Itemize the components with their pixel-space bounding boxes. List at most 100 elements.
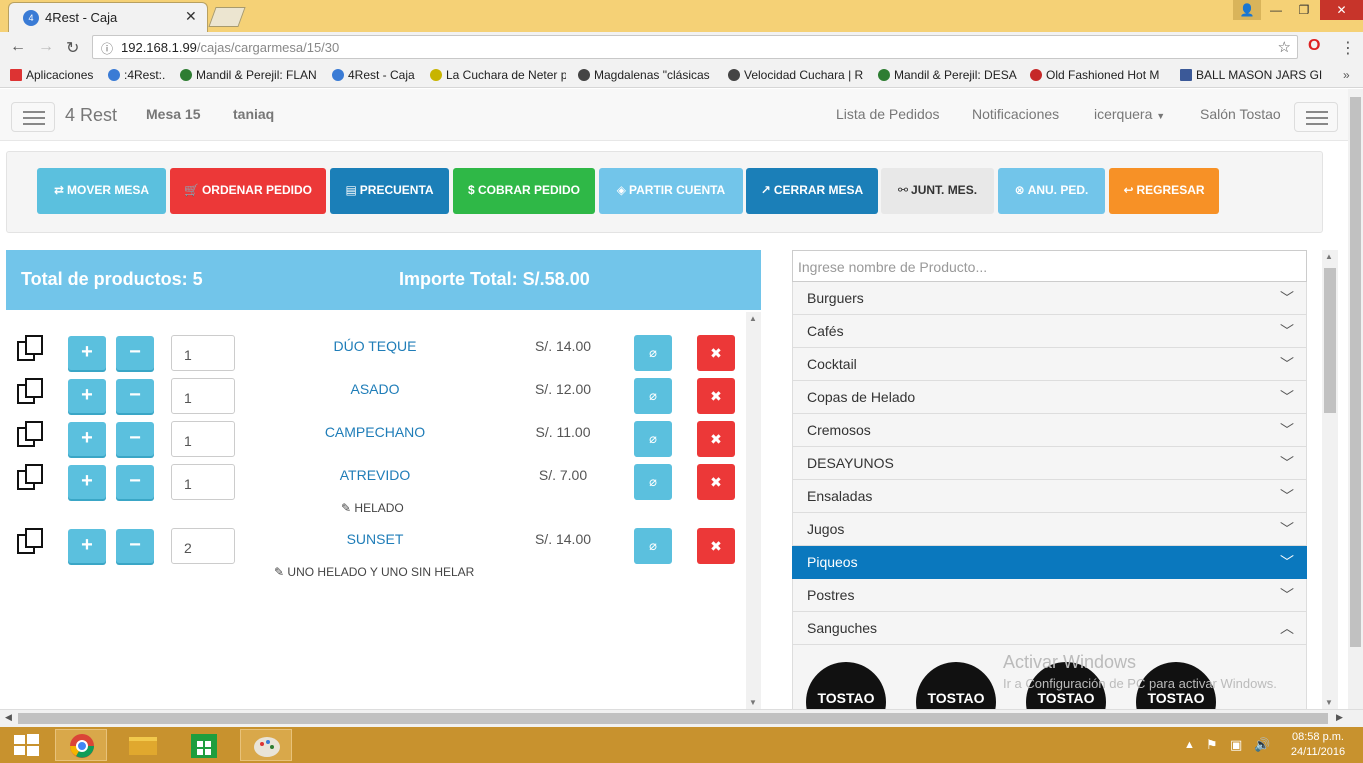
menu-dots-icon[interactable]: ⋮ bbox=[1340, 38, 1356, 58]
chrome-taskbar-icon[interactable] bbox=[55, 729, 107, 761]
info-icon[interactable]: ⓘ bbox=[101, 40, 113, 57]
close-table-button[interactable]: ↗ CERRAR MESA bbox=[746, 168, 878, 214]
copy-icon[interactable] bbox=[16, 527, 46, 557]
new-tab-button[interactable] bbox=[208, 7, 246, 27]
order-scrollbar[interactable]: ▲ ▼ bbox=[746, 312, 761, 709]
nav-notifications-link[interactable]: Notificaciones bbox=[972, 106, 1059, 122]
reload-icon[interactable]: ↻ bbox=[66, 38, 79, 58]
store-icon[interactable] bbox=[178, 729, 230, 761]
user-icon[interactable]: 👤 bbox=[1233, 0, 1261, 20]
bookmark-item[interactable]: Velocidad Cuchara | R bbox=[728, 68, 866, 82]
category-ensaladas[interactable]: Ensaladas ﹀ bbox=[792, 480, 1307, 513]
decrease-qty-button[interactable]: − bbox=[116, 529, 154, 563]
delete-item-button[interactable]: ✖ bbox=[697, 378, 735, 414]
back-icon[interactable]: ← bbox=[10, 38, 26, 56]
product-search-input[interactable]: Ingrese nombre de Producto... bbox=[792, 250, 1307, 282]
split-bill-button[interactable]: ◈ PARTIR CUENTA bbox=[599, 168, 743, 214]
restore-button[interactable]: ❐ bbox=[1290, 0, 1318, 20]
start-button[interactable] bbox=[0, 729, 52, 761]
hscroll-thumb[interactable] bbox=[18, 713, 1328, 724]
bookmark-item[interactable]: Magdalenas "clásicas bbox=[578, 68, 714, 82]
delete-item-button[interactable]: ✖ bbox=[697, 528, 735, 564]
paperclip-button[interactable]: ⌀ bbox=[634, 335, 672, 371]
user-dropdown[interactable]: icerquera ▼ bbox=[1094, 106, 1165, 122]
bookmark-item[interactable]: BALL MASON JARS GI bbox=[1180, 68, 1325, 82]
forward-icon[interactable]: → bbox=[38, 38, 54, 56]
copy-icon[interactable] bbox=[16, 420, 46, 450]
paperclip-button[interactable]: ⌀ bbox=[634, 378, 672, 414]
decrease-qty-button[interactable]: − bbox=[116, 465, 154, 499]
delete-item-button[interactable]: ✖ bbox=[697, 335, 735, 371]
category-burguers[interactable]: Burguers ﹀ bbox=[792, 282, 1307, 315]
category-copas-helado[interactable]: Copas de Helado ﹀ bbox=[792, 381, 1307, 414]
star-icon[interactable]: ☆ bbox=[1278, 38, 1291, 56]
qty-input[interactable]: 1 bbox=[171, 335, 235, 371]
copy-icon[interactable] bbox=[16, 463, 46, 493]
increase-qty-button[interactable]: + bbox=[68, 529, 106, 563]
move-table-button[interactable]: ⇄ MOVER MESA bbox=[37, 168, 166, 214]
secondary-menu-button[interactable] bbox=[1294, 102, 1338, 132]
category-cremosos[interactable]: Cremosos ﹀ bbox=[792, 414, 1307, 447]
page-scroll-thumb[interactable] bbox=[1350, 97, 1361, 647]
cancel-order-button[interactable]: ⊗ ANU. PED. bbox=[998, 168, 1105, 214]
category-cocktail[interactable]: Cocktail ﹀ bbox=[792, 348, 1307, 381]
close-tab-icon[interactable]: ✕ bbox=[185, 8, 197, 25]
opera-icon[interactable]: O bbox=[1308, 37, 1320, 55]
category-cafes[interactable]: Cafés ﹀ bbox=[792, 315, 1307, 348]
category-desayunos[interactable]: DESAYUNOS ﹀ bbox=[792, 447, 1307, 480]
nav-orders-link[interactable]: Lista de Pedidos bbox=[836, 106, 940, 122]
increase-qty-button[interactable]: + bbox=[68, 379, 106, 413]
paperclip-button[interactable]: ⌀ bbox=[634, 528, 672, 564]
decrease-qty-button[interactable]: − bbox=[116, 422, 154, 456]
category-postres[interactable]: Postres ﹀ bbox=[792, 579, 1307, 612]
paint-icon[interactable] bbox=[240, 729, 292, 761]
action-center-icon[interactable]: ⚑ bbox=[1206, 737, 1218, 753]
browser-tab[interactable]: 4 4Rest - Caja ✕ bbox=[8, 2, 208, 32]
network-icon[interactable]: ▣ bbox=[1230, 737, 1242, 753]
qty-input[interactable]: 1 bbox=[171, 378, 235, 414]
charge-order-button[interactable]: $ COBRAR PEDIDO bbox=[453, 168, 595, 214]
bookmark-item[interactable]: Mandil & Perejil: FLAN bbox=[180, 68, 320, 82]
minimize-button[interactable]: — bbox=[1262, 0, 1290, 20]
paperclip-button[interactable]: ⌀ bbox=[634, 464, 672, 500]
join-tables-button[interactable]: ⚯ JUNT. MES. bbox=[881, 168, 994, 214]
back-button[interactable]: ↩ REGRESAR bbox=[1109, 168, 1219, 214]
decrease-qty-button[interactable]: − bbox=[116, 336, 154, 370]
bookmark-item[interactable]: 4Rest - Caja bbox=[332, 68, 415, 82]
brand[interactable]: 4 Rest bbox=[65, 105, 117, 126]
catalog-scrollbar[interactable]: ▲ ▼ bbox=[1322, 250, 1338, 709]
bookmark-item[interactable]: Old Fashioned Hot M bbox=[1030, 68, 1166, 82]
more-bookmarks-icon[interactable]: » bbox=[1343, 68, 1350, 82]
horizontal-scrollbar[interactable]: ◀ ▶ bbox=[0, 709, 1363, 727]
page-scrollbar[interactable] bbox=[1348, 89, 1363, 709]
close-window-button[interactable]: ✕ bbox=[1320, 0, 1363, 20]
clock[interactable]: 08:58 p.m. 24/11/2016 bbox=[1282, 731, 1354, 758]
precount-button[interactable]: ▤ PRECUENTA bbox=[330, 168, 449, 214]
copy-icon[interactable] bbox=[16, 377, 46, 407]
increase-qty-button[interactable]: + bbox=[68, 422, 106, 456]
decrease-qty-button[interactable]: − bbox=[116, 379, 154, 413]
paperclip-button[interactable]: ⌀ bbox=[634, 421, 672, 457]
qty-input[interactable]: 1 bbox=[171, 464, 235, 500]
bookmark-item[interactable]: :4Rest:. bbox=[108, 68, 173, 82]
increase-qty-button[interactable]: + bbox=[68, 336, 106, 370]
bookmark-item[interactable]: Mandil & Perejil: DESA bbox=[878, 68, 1018, 82]
tray-arrow-icon[interactable]: ▲ bbox=[1184, 739, 1195, 751]
menu-toggle-button[interactable] bbox=[11, 102, 55, 132]
order-button[interactable]: 🛒 ORDENAR PEDIDO bbox=[170, 168, 326, 214]
file-explorer-icon[interactable] bbox=[117, 729, 169, 761]
delete-item-button[interactable]: ✖ bbox=[697, 421, 735, 457]
category-jugos[interactable]: Jugos ﹀ bbox=[792, 513, 1307, 546]
qty-input[interactable]: 1 bbox=[171, 421, 235, 457]
url-input[interactable]: ⓘ 192.168.1.99/cajas/cargarmesa/15/30 ☆ bbox=[92, 35, 1298, 59]
bookmark-item[interactable]: Aplicaciones bbox=[10, 68, 93, 82]
volume-icon[interactable]: 🔊 bbox=[1254, 737, 1270, 753]
bookmark-item[interactable]: La Cuchara de Neter p bbox=[430, 68, 566, 82]
nav-salon-link[interactable]: Salón Tostao bbox=[1200, 106, 1281, 122]
increase-qty-button[interactable]: + bbox=[68, 465, 106, 499]
category-sanguches[interactable]: Sanguches ︿ bbox=[792, 612, 1307, 645]
qty-input[interactable]: 2 bbox=[171, 528, 235, 564]
copy-icon[interactable] bbox=[16, 334, 46, 364]
category-piqueos[interactable]: Piqueos ﹀ bbox=[792, 546, 1307, 579]
delete-item-button[interactable]: ✖ bbox=[697, 464, 735, 500]
